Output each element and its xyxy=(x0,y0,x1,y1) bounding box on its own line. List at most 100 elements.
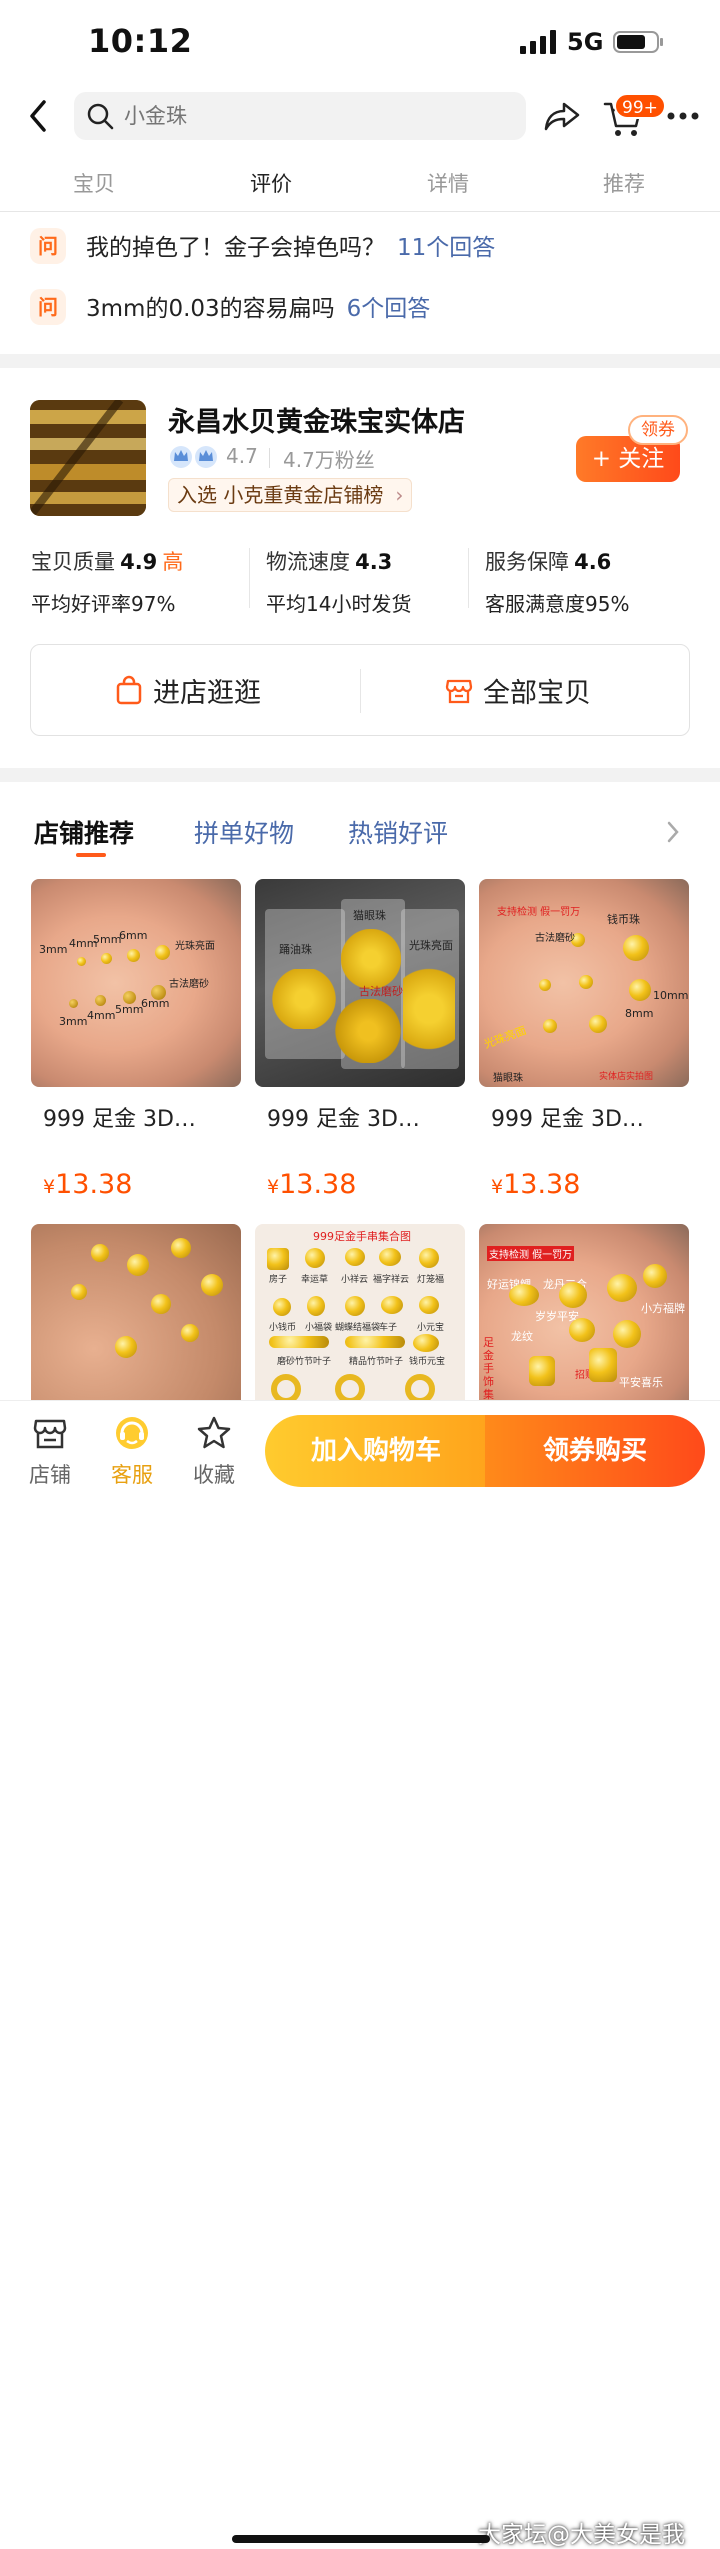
gold-charm xyxy=(305,1248,325,1268)
detail-tabs: 宝贝 评价 详情 推荐 xyxy=(0,160,720,212)
gold-bead xyxy=(101,953,112,964)
tab-group-buy[interactable]: 拼单好物 xyxy=(194,814,294,850)
gold-charm xyxy=(379,1248,401,1266)
product-price: ¥13.38 xyxy=(43,1169,132,1200)
image-label: 小钱币 xyxy=(269,1323,297,1333)
image-label: 龙纹 xyxy=(511,1330,533,1343)
gold-charm xyxy=(569,1318,595,1342)
image-label: 平安喜乐 xyxy=(619,1376,663,1389)
image-label: 福字祥云 xyxy=(373,1275,410,1285)
cart-badge: 99+ xyxy=(614,93,666,119)
coupon-tag[interactable]: 领券 xyxy=(628,415,688,445)
question-icon: 问 xyxy=(30,228,66,264)
answer-count[interactable]: 11个回答 xyxy=(397,235,495,261)
metric-value: 4.3 xyxy=(355,550,393,574)
bead-cluster xyxy=(335,999,401,1063)
price-value: 13.38 xyxy=(279,1169,357,1200)
favorite-label[interactable]: 收藏 xyxy=(184,1459,244,1489)
image-label: 车子 xyxy=(379,1323,398,1333)
all-items-button[interactable]: 全部宝贝 xyxy=(361,645,689,735)
metric-name: 宝贝质量 xyxy=(31,550,115,574)
metric-sub: 平均好评率97% xyxy=(31,592,176,616)
metric-sub: 客服满意度95% xyxy=(485,592,630,616)
gold-charm xyxy=(529,1356,555,1386)
star-icon[interactable] xyxy=(196,1415,232,1451)
product-title: 999 足金 3D… xyxy=(491,1107,644,1132)
product-title: 999 足金 3D… xyxy=(267,1107,420,1132)
shop-name[interactable]: 永昌水贝黄金珠宝实体店 xyxy=(168,400,465,439)
gold-bead xyxy=(155,945,170,960)
gold-bead xyxy=(181,1324,199,1342)
gold-bead xyxy=(151,1294,171,1314)
image-label: 6mm xyxy=(119,929,148,942)
product-price: ¥13.38 xyxy=(267,1169,356,1200)
metric-quality: 宝贝质量 4.9 高 平均好评率97% xyxy=(31,546,183,616)
coupon-buy-button[interactable]: 领券购买 xyxy=(485,1415,705,1487)
gold-charm xyxy=(559,1282,587,1308)
image-label: 蝴蝶结福袋 xyxy=(335,1323,381,1333)
currency-symbol: ¥ xyxy=(491,1176,504,1198)
signal-icon xyxy=(520,30,556,54)
divider xyxy=(468,548,469,608)
store-icon[interactable] xyxy=(32,1415,68,1451)
gold-bead xyxy=(71,1284,87,1300)
add-to-cart-button[interactable]: 加入购物车 xyxy=(265,1415,487,1487)
gold-bead xyxy=(171,1238,191,1258)
image-label: 古法磨砂 xyxy=(169,979,209,990)
store-buttons: 进店逛逛 全部宝贝 xyxy=(30,644,690,736)
gold-bead xyxy=(95,995,106,1006)
enter-store-button[interactable]: 进店逛逛 xyxy=(31,645,359,735)
shop-avatar[interactable] xyxy=(30,400,146,516)
store-label[interactable]: 店铺 xyxy=(20,1459,80,1489)
gold-charm xyxy=(613,1320,641,1348)
home-indicator[interactable] xyxy=(232,2535,490,2543)
share-icon[interactable] xyxy=(542,98,582,134)
gold-bead xyxy=(201,1274,223,1296)
image-label: 灯笼福 xyxy=(417,1275,445,1285)
chevron-right-icon[interactable] xyxy=(664,818,682,846)
image-label: 小祥云 xyxy=(341,1275,369,1285)
tab-items[interactable]: 宝贝 xyxy=(44,168,144,198)
image-label: 踊油珠 xyxy=(279,943,312,956)
tab-details[interactable]: 详情 xyxy=(398,168,498,198)
image-label: 幸运草 xyxy=(301,1275,329,1285)
tab-store-recommend[interactable]: 店铺推荐 xyxy=(34,814,134,850)
status-time: 10:12 xyxy=(88,22,193,60)
gold-charm xyxy=(509,1284,539,1306)
answer-count[interactable]: 6个回答 xyxy=(347,296,431,322)
metric-value: 4.9 xyxy=(120,550,158,574)
tab-reviews[interactable]: 评价 xyxy=(221,168,321,198)
chevron-right-icon: › xyxy=(395,483,404,507)
question-text: 我的掉色了！金子会掉色吗？ xyxy=(86,235,385,261)
back-icon[interactable] xyxy=(24,98,54,134)
metric-name: 服务保障 xyxy=(485,550,569,574)
more-icon[interactable] xyxy=(666,104,700,128)
search-icon xyxy=(87,103,114,130)
metric-service: 服务保障 4.6 客服满意度95% xyxy=(485,546,629,616)
gold-bead xyxy=(589,1015,607,1033)
tab-recommend[interactable]: 推荐 xyxy=(574,168,674,198)
image-label: 10mm xyxy=(653,989,689,1002)
currency-symbol: ¥ xyxy=(267,1176,280,1198)
customer-service-icon[interactable] xyxy=(114,1415,150,1451)
product-image: 支持检测 假一罚万 钱币珠 古法磨砂 光珠亮面 猫眼珠 实体店实拍图 8mm 1… xyxy=(479,879,689,1087)
metric-sub: 平均14小时发货 xyxy=(266,592,412,616)
gold-charm xyxy=(589,1348,617,1382)
section-divider xyxy=(0,354,720,368)
gold-charm xyxy=(607,1274,637,1302)
search-input[interactable] xyxy=(124,96,514,136)
customer-service-label[interactable]: 客服 xyxy=(102,1459,162,1489)
bead-cluster xyxy=(403,959,455,1059)
active-tab-indicator xyxy=(76,853,106,857)
image-label: 实体店实拍图 xyxy=(599,1072,654,1082)
search-bar[interactable] xyxy=(74,92,526,140)
gold-bead xyxy=(127,949,140,962)
gold-bead xyxy=(115,1336,137,1358)
rank-badge[interactable]: 入选 小克重黄金店铺榜 › xyxy=(168,478,413,512)
tab-hot-reviews[interactable]: 热销好评 xyxy=(348,814,448,850)
image-label: 精品竹节叶子 xyxy=(349,1357,404,1367)
shop-photo xyxy=(30,400,146,516)
image-label: 5mm xyxy=(115,1003,144,1016)
metric-logistics: 物流速度 4.3 平均14小时发货 xyxy=(266,546,411,616)
gold-charm xyxy=(267,1248,289,1270)
